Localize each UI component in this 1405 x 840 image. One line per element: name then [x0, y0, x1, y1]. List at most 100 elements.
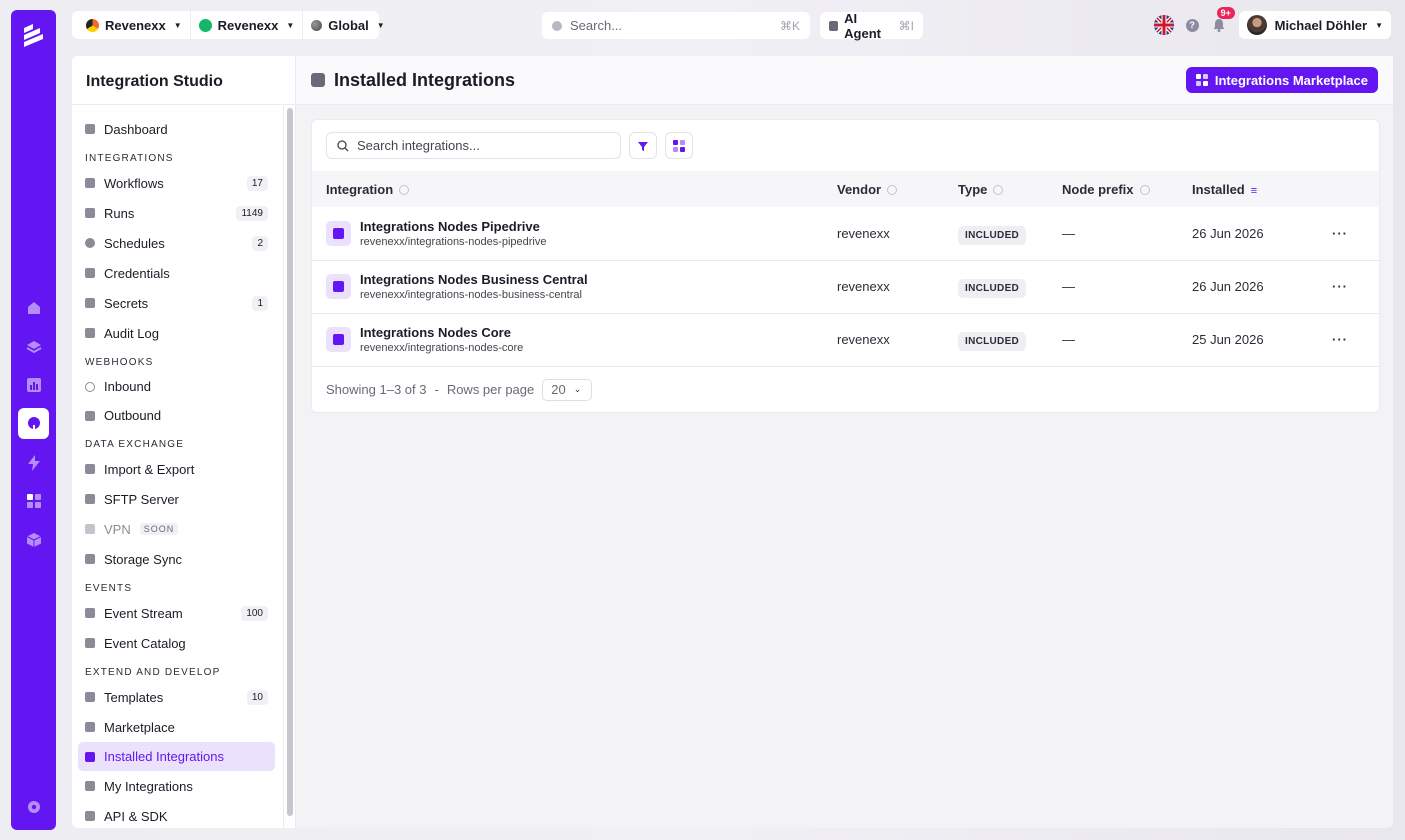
table-row[interactable]: Integrations Nodes Pipedrive revenexx/int…: [312, 207, 1379, 260]
filter-icon: [638, 141, 648, 151]
ai-agent-button[interactable]: AI Agent ⌘I: [820, 10, 923, 41]
org-flag-icon: [86, 18, 99, 32]
more-actions-icon[interactable]: ···: [1332, 226, 1348, 241]
column-label: Vendor: [837, 181, 882, 197]
uk-flag-icon[interactable]: [1153, 15, 1174, 35]
sidebar-item-runs[interactable]: Runs 1149: [78, 198, 275, 228]
apps-grid-icon[interactable]: [18, 485, 49, 516]
column-node-prefix[interactable]: Node prefix: [1048, 171, 1178, 207]
installed-date-cell: 26 Jun 2026: [1192, 279, 1264, 294]
sidebar-item-inbound[interactable]: Inbound: [78, 372, 275, 401]
vendor-cell: revenexx: [837, 279, 890, 294]
rows-per-page-select[interactable]: 20 ⌄: [542, 378, 593, 401]
sidebar-item-event-stream[interactable]: Event Stream 100: [78, 598, 275, 628]
integrations-marketplace-button[interactable]: Integrations Marketplace: [1185, 67, 1378, 93]
sidebar-item-schedules[interactable]: Schedules 2: [78, 228, 275, 258]
user-name: Michael Döhler: [1274, 17, 1368, 33]
more-actions-icon[interactable]: ···: [1332, 332, 1348, 347]
org-selector[interactable]: Revenexx ▼: [78, 11, 190, 39]
view-toggle-button[interactable]: [665, 132, 693, 159]
app-rail: [11, 10, 56, 830]
integrations-card: Search integrations... Integration Vendo…: [311, 119, 1380, 413]
column-label: Type: [958, 181, 988, 197]
table-row[interactable]: Integrations Nodes Business Central reven…: [312, 260, 1379, 313]
more-actions-icon[interactable]: ···: [1332, 279, 1348, 294]
sort-icon: [1139, 185, 1150, 196]
storage-icon: [85, 554, 95, 564]
column-actions: [1318, 171, 1379, 207]
layers-icon[interactable]: [18, 331, 49, 362]
sidebar-item-label: Audit Log: [104, 325, 159, 341]
lightning-icon[interactable]: [18, 447, 49, 478]
sidebar-item-vpn[interactable]: VPN SOON: [78, 514, 275, 544]
avatar: [1246, 15, 1267, 35]
vendor-cell: revenexx: [837, 332, 890, 348]
sidebar-item-label: Outbound: [104, 408, 162, 423]
sidebar-item-credentials[interactable]: Credentials: [78, 258, 275, 288]
app-logo-icon[interactable]: [20, 22, 47, 49]
sort-icon: [399, 185, 410, 196]
sidebar-item-dashboard[interactable]: Dashboard: [78, 114, 275, 144]
sidebar-item-api-sdk[interactable]: API & SDK: [78, 801, 275, 831]
sidebar-item-label: Event Catalog: [104, 635, 186, 651]
integrations-search-input[interactable]: Search integrations...: [326, 132, 621, 159]
sidebar-item-event-catalog[interactable]: Event Catalog: [78, 628, 275, 658]
type-badge: INCLUDED: [958, 225, 1027, 245]
sidebar-item-my-integrations[interactable]: My Integrations: [78, 771, 275, 801]
sidebar-item-sftp-server[interactable]: SFTP Server: [78, 484, 275, 514]
secrets-count: 1: [252, 295, 268, 311]
integrations-table: Integration Vendor Type Node prefix Inst…: [312, 171, 1379, 366]
column-type[interactable]: Type: [944, 171, 1048, 207]
integration-studio-icon[interactable]: [18, 408, 49, 439]
user-menu[interactable]: Michael Döhler ▼: [1238, 11, 1391, 39]
workspace-selector[interactable]: Revenexx ▼: [189, 11, 303, 39]
ai-agent-label: AI Agent: [844, 10, 881, 41]
help-icon[interactable]: ?: [1185, 18, 1199, 32]
filter-button[interactable]: [629, 132, 657, 159]
column-integration[interactable]: Integration: [312, 171, 823, 207]
stream-icon: [85, 608, 95, 618]
section-events: EVENTS: [85, 583, 133, 594]
scope-selector[interactable]: Global ▼: [302, 11, 392, 39]
global-search[interactable]: Search... ⌘K: [542, 12, 810, 39]
integration-path: revenexx/integrations-nodes-business-cen…: [360, 289, 582, 301]
table-row[interactable]: Integrations Nodes Core revenexx/integrat…: [312, 313, 1379, 366]
search-icon: [552, 20, 562, 31]
sidebar-item-label: Import & Export: [104, 461, 195, 477]
sidebar-item-import-export[interactable]: Import & Export: [78, 454, 275, 484]
table-header-row: Integration Vendor Type Node prefix Inst…: [312, 171, 1379, 207]
workflows-icon: [85, 178, 95, 188]
ai-agent-shortcut: ⌘I: [898, 18, 914, 33]
sidebar-item-storage-sync[interactable]: Storage Sync: [78, 544, 275, 574]
search-icon: [337, 139, 349, 151]
installed-date-cell: 25 Jun 2026: [1192, 332, 1264, 348]
sidebar-item-label: Dashboard: [104, 121, 168, 137]
notifications-bell-icon[interactable]: 9+: [1211, 7, 1235, 33]
chart-icon[interactable]: [18, 369, 49, 400]
sidebar-item-installed-integrations[interactable]: Installed Integrations: [78, 742, 275, 771]
workspace-status-icon: [198, 18, 212, 32]
layers-icon: [85, 751, 95, 762]
sidebar-scroll-thumb[interactable]: [287, 108, 293, 816]
integration-name: Integrations Nodes Pipedrive: [360, 218, 540, 234]
column-installed[interactable]: Installed ≡: [1178, 171, 1318, 207]
sidebar-nav: Dashboard INTEGRATIONS Workflows 17 Runs…: [78, 114, 275, 831]
home-icon[interactable]: [18, 292, 49, 323]
sidebar-item-workflows[interactable]: Workflows 17: [78, 168, 275, 198]
cube-icon[interactable]: [18, 524, 49, 555]
sort-icon: [887, 185, 898, 196]
database-icon: [85, 464, 95, 474]
sidebar-item-audit-log[interactable]: Audit Log: [78, 318, 275, 348]
footer-separator: -: [434, 382, 439, 397]
settings-gear-icon[interactable]: [18, 791, 49, 822]
sidebar-item-templates[interactable]: Templates 10: [78, 682, 275, 712]
sidebar: Integration Studio Dashboard INTEGRATION…: [72, 56, 295, 828]
sidebar-item-outbound[interactable]: Outbound: [78, 401, 275, 430]
section-data-exchange: DATA EXCHANGE: [85, 439, 185, 450]
sidebar-item-label: SFTP Server: [104, 491, 179, 507]
table-toolbar: Search integrations...: [312, 120, 1379, 171]
sidebar-item-marketplace[interactable]: Marketplace: [78, 712, 275, 742]
catalog-icon: [85, 638, 95, 648]
column-vendor[interactable]: Vendor: [823, 171, 944, 207]
sidebar-item-secrets[interactable]: Secrets 1: [78, 288, 275, 318]
